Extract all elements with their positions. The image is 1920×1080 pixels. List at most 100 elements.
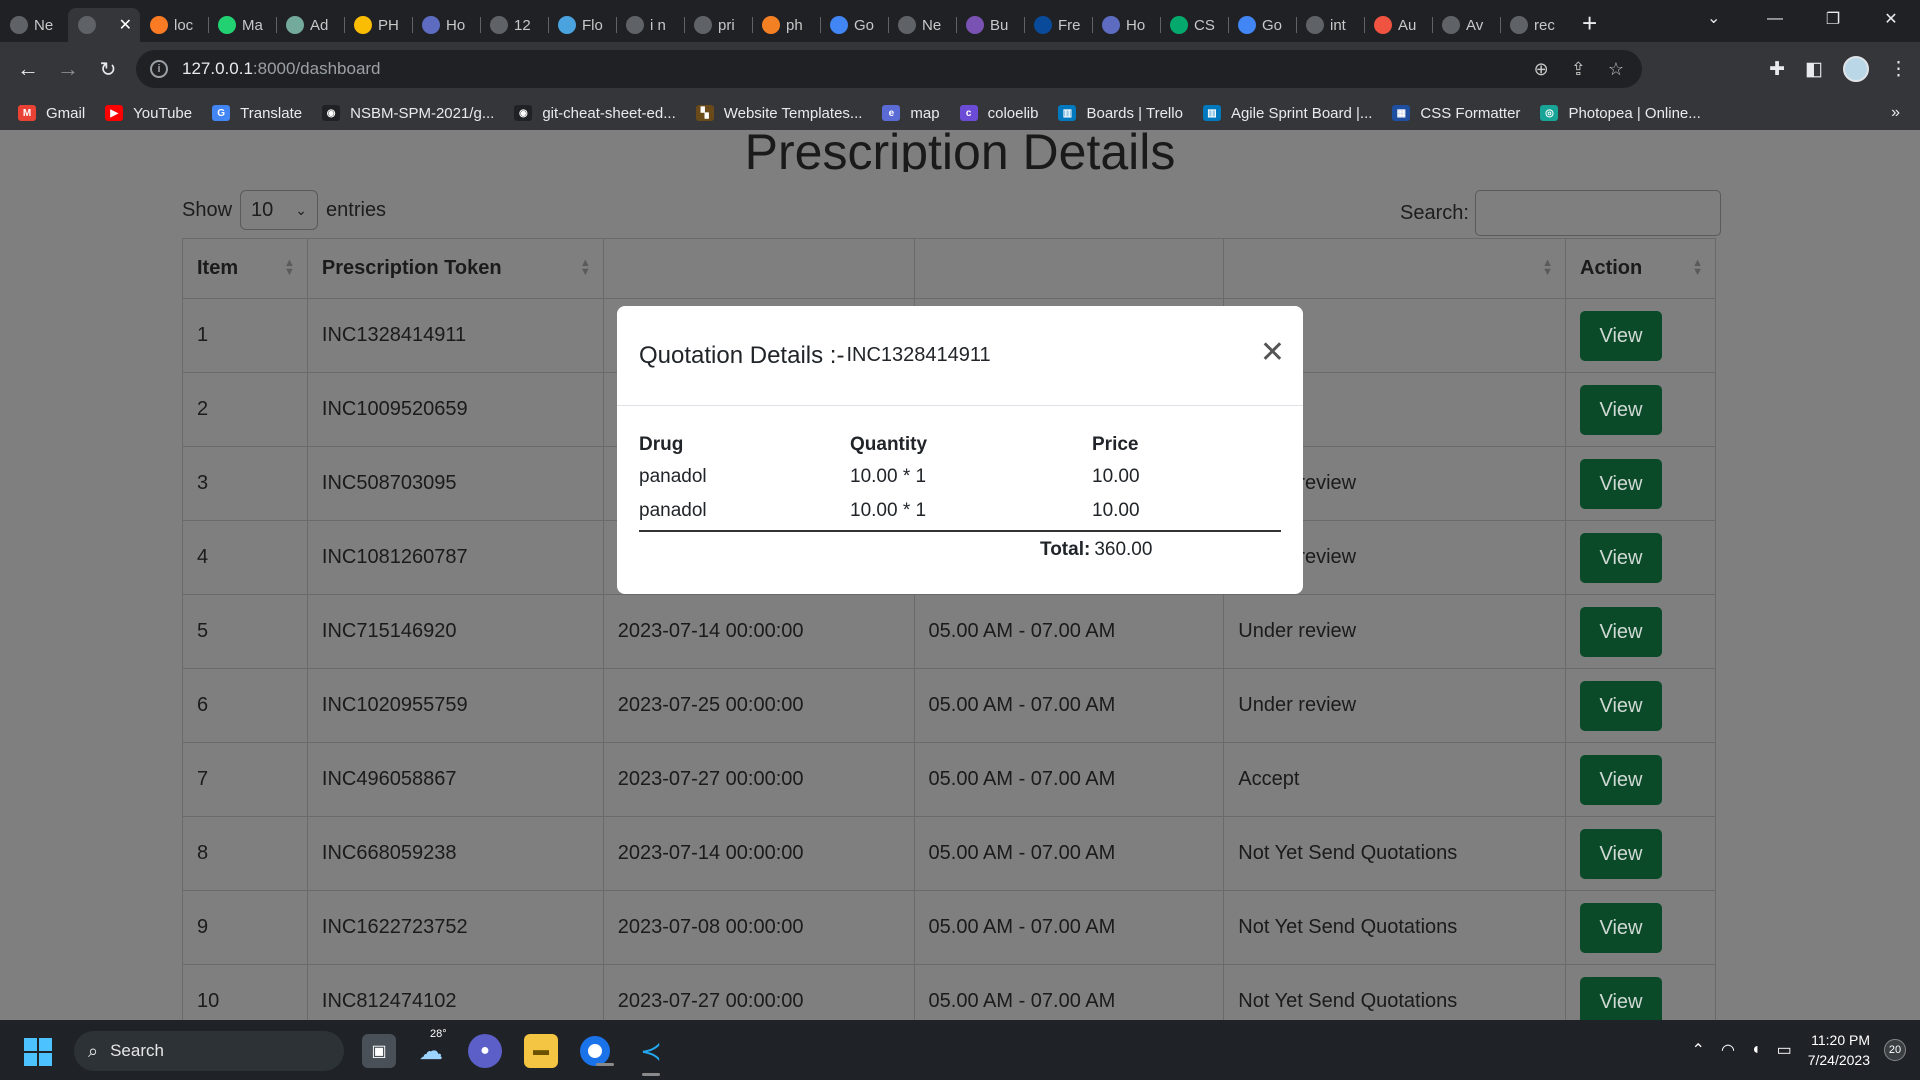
zoom-icon[interactable]: ⊕ [1534,59,1549,80]
browser-tab[interactable]: loc [140,8,208,42]
task-view-icon[interactable]: ▣ [362,1034,396,1068]
tab-search-icon[interactable]: ⌄ [1707,8,1720,28]
view-button[interactable]: View [1580,828,1662,879]
browser-tab[interactable]: rec [1500,8,1568,42]
cell-token: INC496058867 [306,742,604,817]
browser-tab[interactable]: Fre [1024,8,1092,42]
chrome-taskbar-icon[interactable] [580,1036,614,1066]
bookmark-item[interactable]: G Translate [212,105,302,122]
browser-tab[interactable]: pri [684,8,752,42]
tab-label: Au [1398,16,1417,34]
browser-tab[interactable]: 12 [480,8,548,42]
search-input[interactable] [1474,190,1721,236]
view-button[interactable]: View [1580,754,1662,805]
bookmark-star-icon[interactable]: ☆ [1608,59,1624,80]
sort-icon: ▲ ▼ [1542,257,1553,278]
file-explorer-icon[interactable]: ▬ [524,1034,558,1068]
clock[interactable]: 11:20 PM 7/24/2023 [1808,1030,1870,1070]
address-bar[interactable]: i 127.0.0.1:8000/dashboard ⊕ ⇪ ☆ [136,50,1642,88]
view-button[interactable]: View [1580,458,1662,509]
browser-tab[interactable]: i n [616,8,684,42]
bookmark-label: Translate [240,104,303,122]
youtube-icon: ▶ [105,105,124,121]
site-info-icon[interactable]: i [150,60,168,78]
bookmark-item[interactable]: ▦ CSS Formatter [1392,105,1520,122]
bookmark-item[interactable]: e map [882,105,940,122]
view-button[interactable]: View [1580,902,1662,953]
browser-tab[interactable]: Av [1432,8,1500,42]
view-button[interactable]: View [1580,976,1662,1020]
share-icon[interactable]: ⇪ [1571,59,1586,80]
column-header[interactable]: Prescription Token ▲ ▼ [306,238,604,299]
forward-icon[interactable]: → [48,56,88,82]
tab-label: Ma [242,16,263,34]
notification-badge[interactable]: 20 [1884,1039,1906,1061]
chevron-up-icon[interactable]: ⌃ [1692,1040,1705,1060]
wifi-icon[interactable]: ◠ [1721,1040,1735,1060]
bookmark-item[interactable]: ◎ Photopea | Online... [1540,105,1701,122]
browser-tab[interactable]: ✕ [68,8,140,42]
browser-tab[interactable]: Go [820,8,888,42]
restore-icon[interactable]: ❐ [1804,9,1862,29]
view-button[interactable]: View [1580,532,1662,583]
side-panel-icon[interactable]: ◧ [1805,58,1823,81]
browser-tab[interactable]: int [1296,8,1364,42]
taskbar-search[interactable]: ⌕ Search [74,1031,344,1071]
browser-tab[interactable]: ph [752,8,820,42]
view-button[interactable]: View [1580,606,1662,657]
quotation-row: panadol 10.00 * 1 10.00 [639,494,1281,528]
browser-tab[interactable]: Ho [412,8,480,42]
gmail-icon: M [18,105,36,121]
view-button[interactable]: View [1580,680,1662,731]
cell-token: INC508703095 [306,446,604,521]
browser-tab[interactable]: Flo [548,8,616,42]
freecodecamp-icon [1034,16,1052,34]
new-tab-icon[interactable]: + [1582,8,1597,39]
profile-avatar[interactable] [1843,56,1869,82]
bookmark-item[interactable]: ▚ Website Templates... [695,105,862,122]
column-header[interactable] [913,238,1225,299]
browser-tab[interactable]: Go [1228,8,1296,42]
bookmark-item[interactable]: ▥ Agile Sprint Board |... [1202,105,1372,122]
volume-icon[interactable]: ◖ [1751,1041,1761,1059]
back-icon[interactable]: ← [8,56,48,82]
browser-tab[interactable]: Ne [0,8,68,42]
close-icon[interactable]: ✕ [119,15,132,35]
browser-tab[interactable]: PH [344,8,412,42]
view-button[interactable]: View [1580,310,1662,361]
close-icon[interactable]: ✕ [1260,338,1285,368]
reload-icon[interactable]: ↻ [88,57,128,82]
entries-select[interactable]: 10 ⌄ [240,190,319,230]
cell-token: INC1328414911 [306,298,604,373]
browser-tab[interactable]: Ne [888,8,956,42]
laravel-icon [1374,16,1392,34]
battery-icon[interactable]: ▭ [1777,1040,1792,1060]
bookmark-item[interactable]: ◉ git-cheat-sheet-ed... [514,105,676,122]
close-window-icon[interactable]: ✕ [1862,9,1920,29]
extensions-icon[interactable]: ✚ [1769,58,1785,81]
minimize-icon[interactable]: — [1746,10,1804,28]
windows-start-icon[interactable] [24,1038,52,1066]
column-header[interactable]: ▲ ▼ [1223,238,1566,299]
bookmark-item[interactable]: ▥ Boards | Trello [1058,105,1183,122]
browser-tab[interactable]: Ho [1092,8,1160,42]
cell-item: 10 [182,964,308,1020]
tab-label: CS [1194,16,1215,34]
browser-tab[interactable]: Ma [208,8,276,42]
vscode-icon[interactable]: ≺ [634,1034,668,1076]
bookmark-item[interactable]: ▶ YouTube [105,105,192,122]
view-button[interactable]: View [1580,384,1662,435]
browser-tab[interactable]: Ad [276,8,344,42]
teams-chat-icon[interactable]: ● [468,1034,502,1068]
bookmarks-more-icon[interactable]: » [1891,104,1900,122]
browser-tab[interactable]: CS [1160,8,1228,42]
bookmark-item[interactable]: ◉ NSBM-SPM-2021/g... [322,105,494,122]
column-header[interactable]: Item ▲ ▼ [182,238,308,299]
column-header[interactable]: Action ▲ ▼ [1565,238,1716,299]
bookmark-item[interactable]: M Gmail [18,105,85,122]
browser-tab[interactable]: Bu [956,8,1024,42]
browser-tab[interactable]: Au [1364,8,1432,42]
bookmark-item[interactable]: c coloelib [959,105,1038,122]
column-header[interactable] [602,238,915,299]
menu-icon[interactable]: ⋮ [1889,58,1908,81]
